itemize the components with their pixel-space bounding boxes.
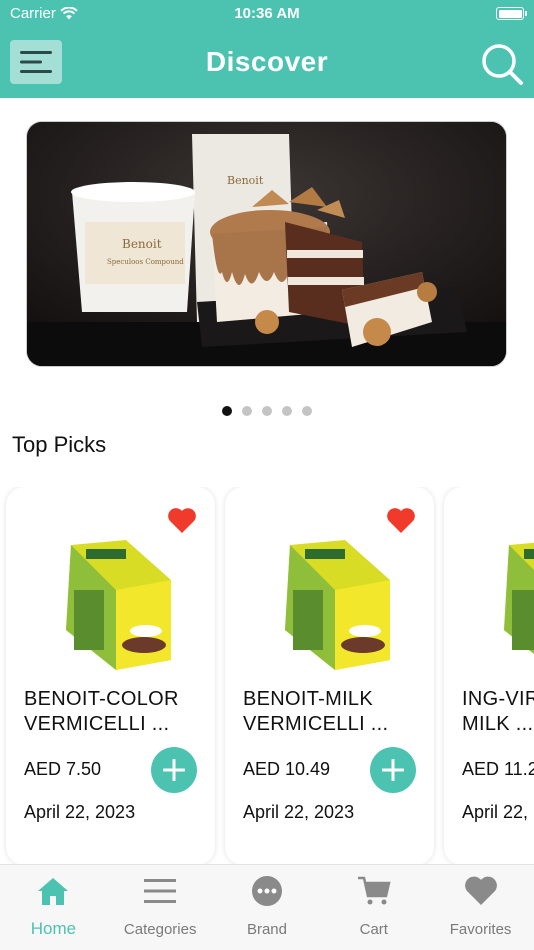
plus-icon — [163, 759, 185, 781]
tab-label: Brand — [246, 921, 287, 938]
carousel-dot[interactable] — [242, 406, 252, 416]
product-image — [504, 542, 534, 654]
favorites-icon — [464, 876, 497, 905]
carousel-dot[interactable] — [302, 406, 312, 416]
plus-icon — [382, 759, 404, 781]
product-carousel[interactable]: BENOIT-COLOR VERMICELLI ... AED 7.50 Apr… — [0, 487, 534, 865]
product-image — [66, 540, 171, 670]
product-name: ING-VIR MILK ... — [462, 688, 534, 735]
section-title: Top Picks — [12, 432, 107, 457]
svg-text:Benoit: Benoit — [122, 237, 162, 251]
carousel-dot[interactable] — [282, 406, 292, 416]
tab-label: Favorites — [449, 921, 512, 938]
svg-text:Speculoos Compound: Speculoos Compound — [107, 258, 184, 266]
product-image — [285, 540, 390, 670]
cart-icon — [357, 876, 391, 905]
search-icon — [482, 44, 523, 85]
home-icon — [38, 878, 69, 905]
carousel-dot[interactable] — [222, 406, 232, 416]
tab-home[interactable]: Home — [0, 865, 107, 950]
add-to-cart-button[interactable] — [151, 747, 197, 793]
categories-icon — [144, 879, 177, 903]
tab-label: Home — [30, 919, 77, 938]
tab-cart[interactable]: Cart — [320, 865, 427, 950]
banner-image: Benoit Benoit Speculoos Compound — [27, 122, 506, 366]
tab-bar: Home Categories Brand Cart Favorites — [0, 864, 534, 950]
product-price: AED 10.49 — [243, 759, 331, 779]
tab-favorites[interactable]: Favorites — [427, 865, 534, 950]
svg-text:Benoit: Benoit — [227, 174, 264, 187]
page-title: Discover — [205, 46, 329, 77]
product-name: BENOIT-MILK VERMICELLI ... — [243, 688, 389, 735]
carousel-indicator[interactable] — [0, 406, 534, 416]
product-price: AED 7.50 — [24, 759, 102, 779]
product-name: BENOIT-COLOR VERMICELLI ... — [24, 688, 179, 735]
product-card[interactable]: BENOIT-MILK VERMICELLI ... AED 10.49 Apr… — [225, 487, 434, 865]
search-button[interactable] — [480, 42, 524, 86]
status-time: 10:36 AM — [234, 5, 300, 22]
product-card[interactable]: ING-VIR MILK ... AED 11.2 April 22, — [444, 487, 534, 865]
product-date: April 22, — [462, 802, 529, 822]
product-date: April 22, 2023 — [24, 802, 136, 822]
carousel-dot[interactable] — [262, 406, 272, 416]
header: Discover — [0, 28, 534, 98]
brand-icon — [251, 876, 282, 906]
product-price: AED 11.2 — [462, 759, 534, 779]
heart-icon[interactable] — [386, 507, 416, 534]
product-card[interactable]: BENOIT-COLOR VERMICELLI ... AED 7.50 Apr… — [6, 487, 215, 865]
tab-categories[interactable]: Categories — [107, 865, 214, 950]
tab-label: Categories — [123, 921, 197, 938]
promo-banner[interactable]: Benoit Benoit Speculoos Compound — [26, 121, 507, 367]
tab-brand[interactable]: Brand — [214, 865, 321, 950]
tab-label: Cart — [359, 921, 388, 938]
product-date: April 22, 2023 — [243, 802, 355, 822]
heart-icon[interactable] — [167, 507, 197, 534]
add-to-cart-button[interactable] — [370, 747, 416, 793]
battery-icon — [496, 7, 527, 20]
status-bar: Carrier 10:36 AM — [0, 0, 534, 28]
